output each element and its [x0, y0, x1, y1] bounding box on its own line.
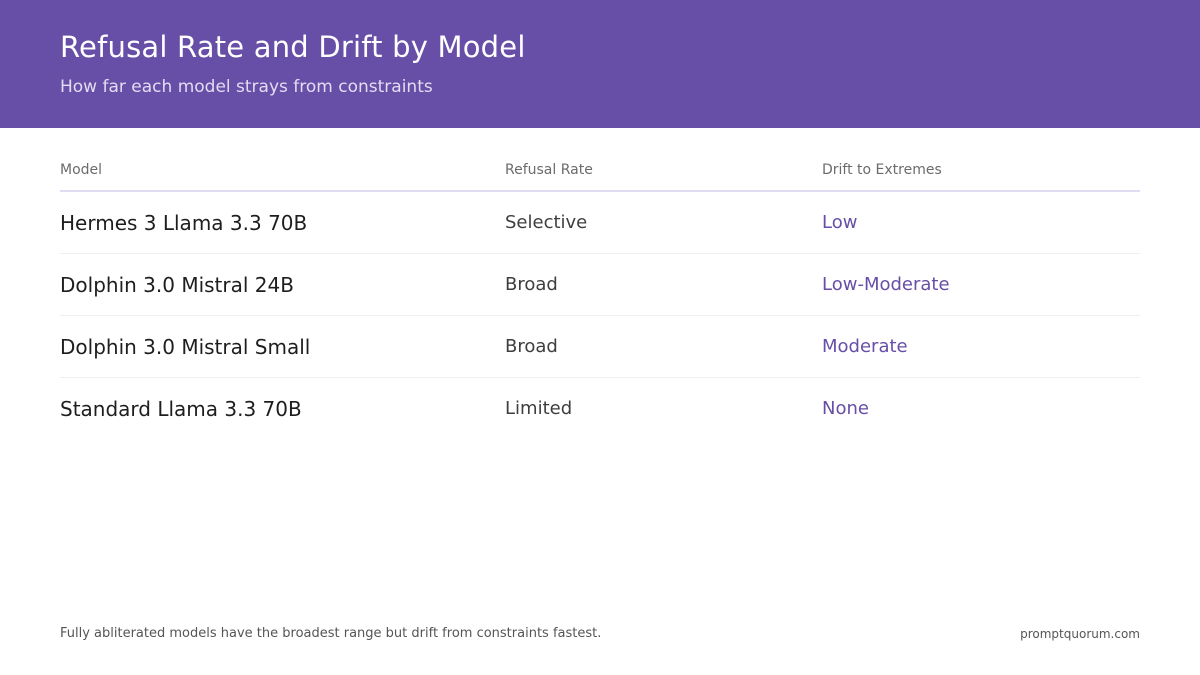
- model-name: Dolphin 3.0 Mistral 24B: [60, 273, 294, 297]
- table-row: Dolphin 3.0 Mistral Small Broad Moderate: [60, 316, 1140, 378]
- header-banner: Refusal Rate and Drift by Model How far …: [0, 0, 1200, 128]
- drift-value: Low: [822, 212, 858, 233]
- column-header-refusal-rate: Refusal Rate: [505, 162, 593, 178]
- comparison-table: Model Refusal Rate Drift to Extremes Her…: [60, 152, 1140, 440]
- drift-value: Moderate: [822, 336, 908, 357]
- column-header-drift: Drift to Extremes: [822, 162, 942, 178]
- table-row: Dolphin 3.0 Mistral 24B Broad Low-Modera…: [60, 254, 1140, 316]
- footer-note: Fully abliterated models have the broade…: [60, 626, 602, 641]
- model-name: Hermes 3 Llama 3.3 70B: [60, 211, 308, 235]
- refusal-rate-value: Limited: [505, 398, 573, 419]
- model-name: Standard Llama 3.3 70B: [60, 397, 302, 421]
- page-subtitle: How far each model strays from constrain…: [60, 77, 433, 97]
- table-row: Standard Llama 3.3 70B Limited None: [60, 378, 1140, 440]
- column-header-model: Model: [60, 162, 103, 178]
- page: Refusal Rate and Drift by Model How far …: [0, 0, 1200, 675]
- page-title: Refusal Rate and Drift by Model: [60, 30, 526, 64]
- model-name: Dolphin 3.0 Mistral Small: [60, 335, 311, 359]
- table-header: Model Refusal Rate Drift to Extremes: [60, 152, 1140, 192]
- refusal-rate-value: Broad: [505, 336, 558, 357]
- drift-value: None: [822, 398, 869, 419]
- drift-value: Low-Moderate: [822, 274, 950, 295]
- table-row: Hermes 3 Llama 3.3 70B Selective Low: [60, 192, 1140, 254]
- refusal-rate-value: Broad: [505, 274, 558, 295]
- refusal-rate-value: Selective: [505, 212, 588, 233]
- footer-brand: promptquorum.com: [1020, 627, 1140, 641]
